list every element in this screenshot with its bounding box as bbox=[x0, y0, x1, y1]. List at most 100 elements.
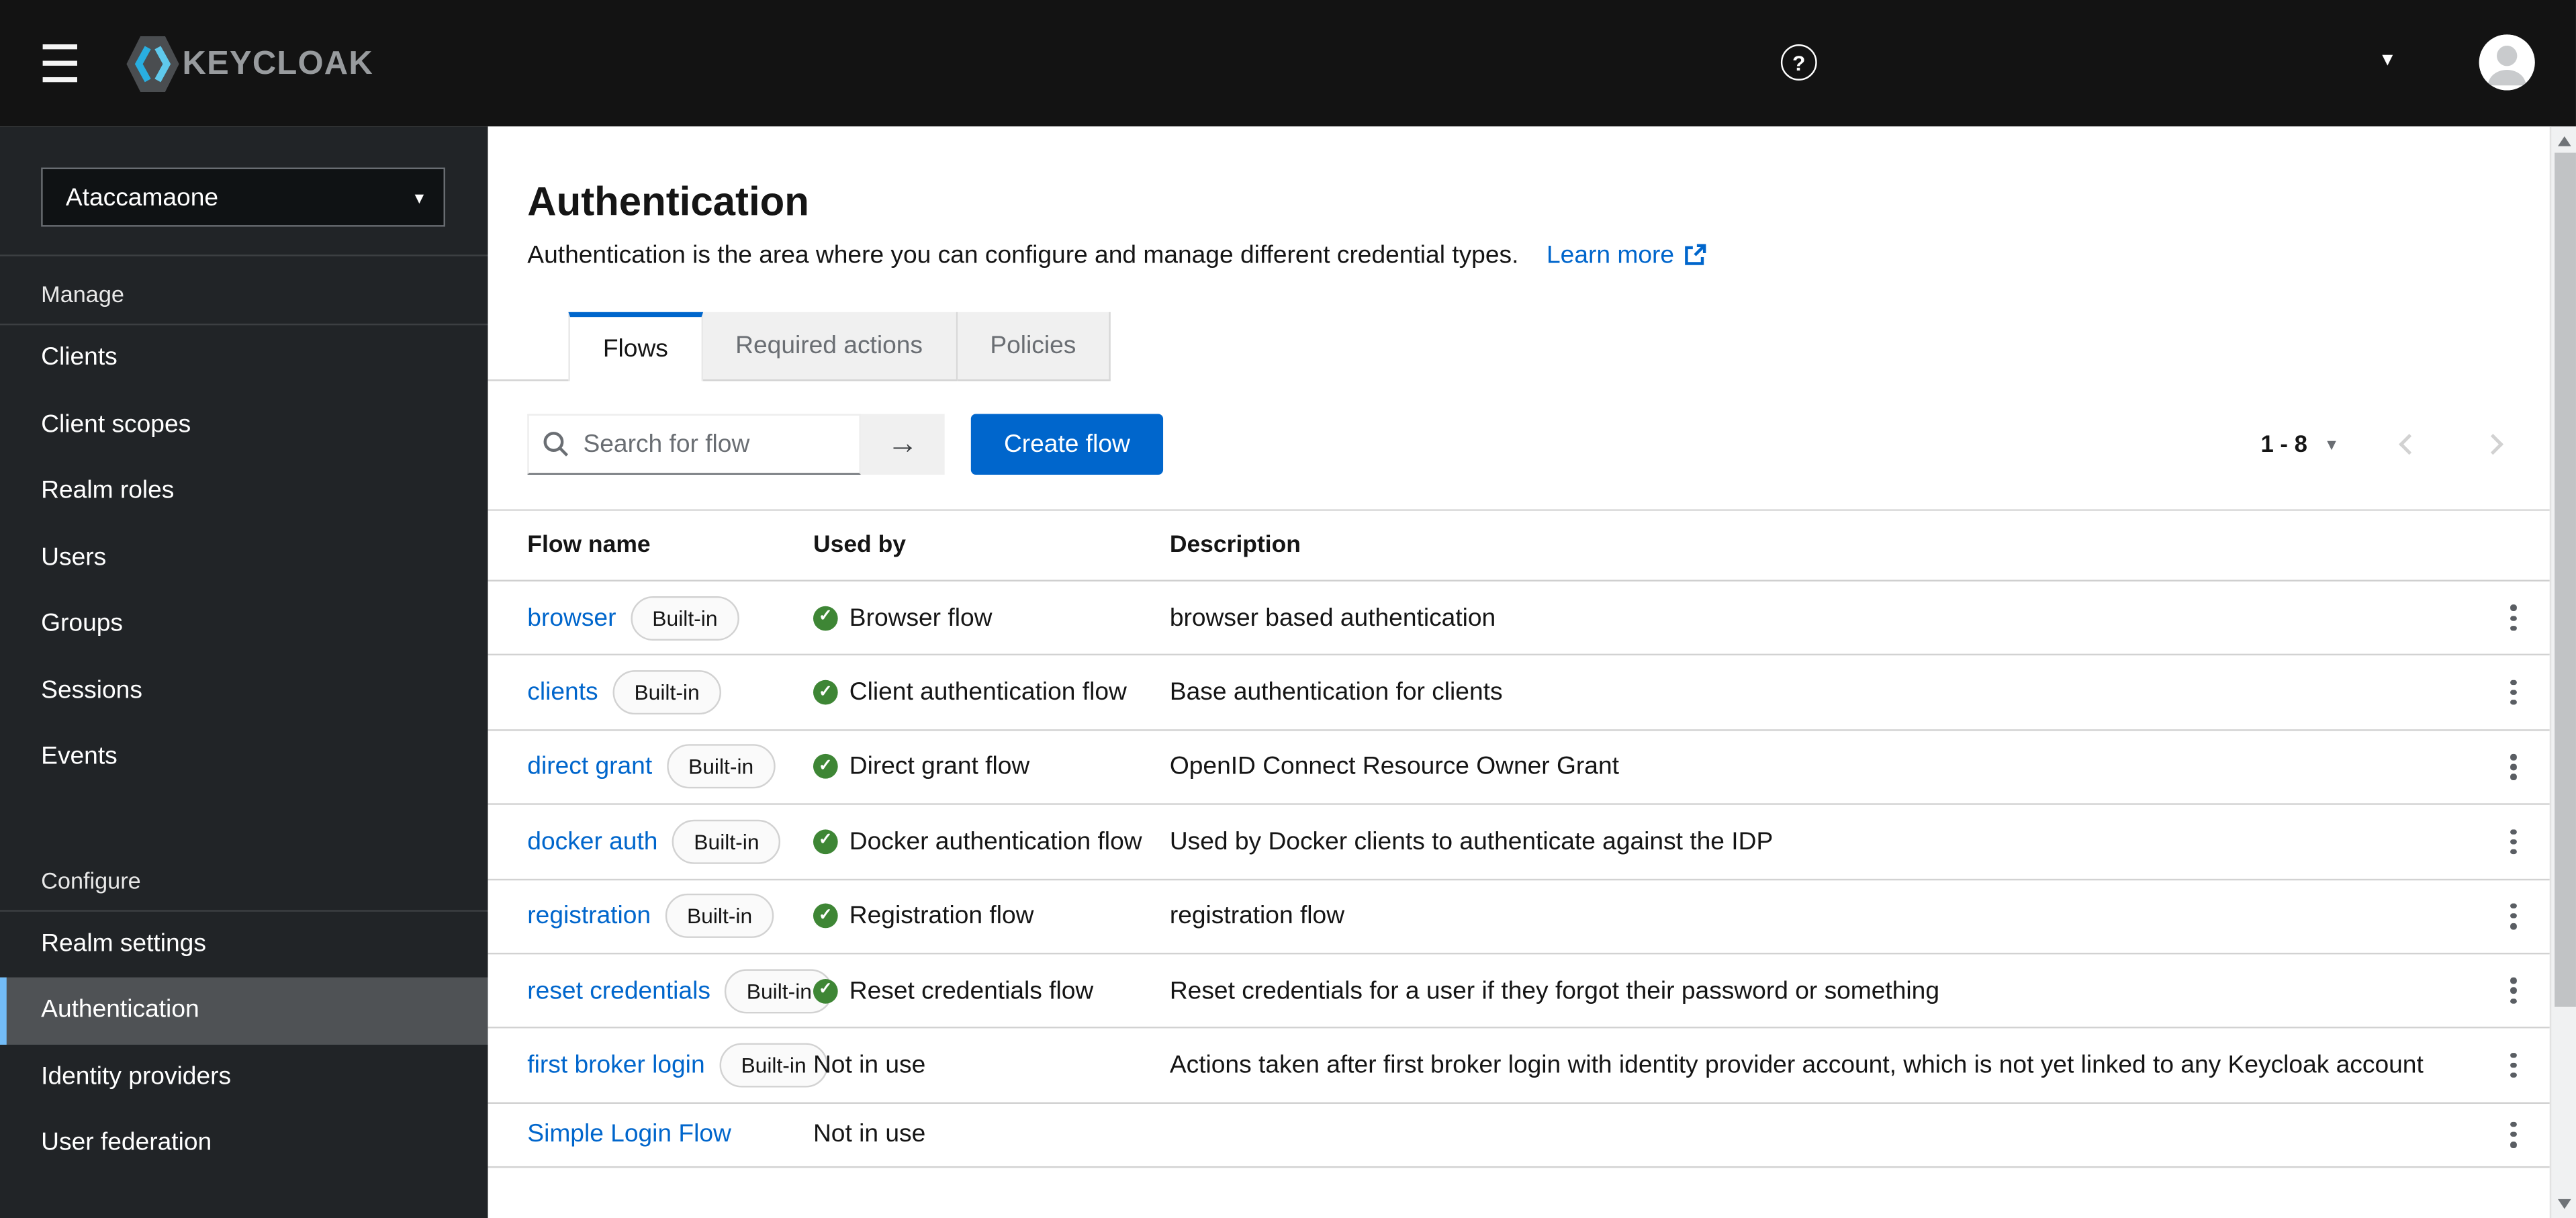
create-flow-button[interactable]: Create flow bbox=[970, 414, 1164, 475]
nav-section-title-manage: Manage bbox=[0, 256, 488, 326]
kebab-dot-icon bbox=[2510, 1121, 2517, 1128]
sidebar-item-identity-providers[interactable]: Identity providers bbox=[0, 1044, 488, 1111]
kebab-menu-button[interactable] bbox=[2497, 671, 2529, 714]
flow-link-docker-auth[interactable]: docker auth bbox=[527, 828, 657, 856]
arrow-right-icon: → bbox=[887, 426, 919, 461]
flow-name-cell: first broker login Built-in bbox=[488, 1043, 828, 1088]
pagination-range: 1 - 8 bbox=[2260, 431, 2307, 458]
check-circle-icon: ✓ bbox=[813, 605, 838, 630]
tab-flows[interactable]: Flows bbox=[568, 312, 703, 381]
description-cell: OpenID Connect Resource Owner Grant bbox=[1169, 753, 1619, 782]
flow-name-cell: clients Built-in bbox=[488, 670, 813, 715]
kebab-menu-button[interactable] bbox=[2497, 1043, 2529, 1086]
kebab-menu-button[interactable] bbox=[2497, 596, 2529, 639]
sidebar: Ataccamaone ▾ Manage Clients Client scopes… bbox=[0, 126, 488, 1218]
sidebar-item-client-scopes[interactable]: Client scopes bbox=[0, 391, 488, 458]
kebab-dot-icon bbox=[2510, 764, 2517, 770]
used-by-text: Registration flow bbox=[849, 902, 1034, 931]
pagination-options-button[interactable]: ▾ bbox=[2324, 430, 2339, 459]
tab-policies[interactable]: Policies bbox=[957, 312, 1111, 381]
kebab-dot-icon bbox=[2510, 1072, 2517, 1078]
kebab-menu-button[interactable] bbox=[2497, 1113, 2529, 1156]
kebab-menu-button[interactable] bbox=[2497, 820, 2529, 863]
sidebar-item-sessions[interactable]: Sessions bbox=[0, 658, 488, 724]
hamburger-icon bbox=[42, 44, 77, 50]
scrollbar-down-arrow[interactable] bbox=[2557, 1198, 2571, 1209]
kebab-dot-icon bbox=[2510, 913, 2517, 919]
flow-link-reset-credentials[interactable]: reset credentials bbox=[527, 977, 710, 1005]
kebab-dot-icon bbox=[2510, 998, 2517, 1004]
scrollbar-thumb[interactable] bbox=[2553, 152, 2575, 1007]
table-row: browser Built-in ✓ Browser flow browser base… bbox=[488, 581, 2550, 657]
column-header-description: Description bbox=[1169, 532, 1301, 559]
kebab-dot-icon bbox=[2510, 754, 2517, 760]
nav-toggle-button[interactable] bbox=[42, 44, 79, 83]
sidebar-item-realm-roles[interactable]: Realm roles bbox=[0, 459, 488, 525]
used-by-cell: ✓ Client authentication flow bbox=[813, 679, 1170, 706]
kebab-menu-button[interactable] bbox=[2497, 894, 2529, 937]
keycloak-admin-console: KEYCLOAK ? ▾ Ataccamaone ▾ Manage Clients… bbox=[0, 0, 2576, 1218]
table-row: clients Built-in ✓ Client authentication fl… bbox=[488, 656, 2550, 731]
used-by-text: Docker authentication flow bbox=[849, 827, 1142, 856]
page-title: Authentication bbox=[527, 181, 809, 226]
kebab-dot-icon bbox=[2510, 923, 2517, 929]
actions-cell bbox=[2477, 745, 2550, 788]
used-by-cell: ✓ Direct grant flow bbox=[813, 753, 1170, 782]
sidebar-item-user-federation[interactable]: User federation bbox=[0, 1111, 488, 1177]
sidebar-item-authentication[interactable]: Authentication bbox=[0, 977, 488, 1044]
table-row: docker auth Built-in ✓ Docker authenticatio… bbox=[488, 805, 2550, 880]
kebab-dot-icon bbox=[2510, 680, 2517, 686]
kebab-dot-icon bbox=[2510, 1141, 2517, 1147]
sidebar-item-realm-settings[interactable]: Realm settings bbox=[0, 911, 488, 978]
sidebar-item-users[interactable]: Users bbox=[0, 525, 488, 592]
description-cell: Reset credentials for a user if they for… bbox=[1169, 976, 1940, 1005]
table-row: Simple Login Flow Not in use bbox=[488, 1103, 2550, 1168]
kebab-menu-button[interactable] bbox=[2497, 745, 2529, 788]
built-in-badge: Built-in bbox=[665, 894, 774, 939]
table-body: browser Built-in ✓ Browser flow browser base… bbox=[488, 581, 2550, 1168]
scrollbar-up-arrow[interactable] bbox=[2557, 136, 2571, 146]
flow-link-registration[interactable]: registration bbox=[527, 902, 651, 931]
tab-required-actions[interactable]: Required actions bbox=[702, 312, 958, 381]
page-subtitle: Authentication is the area where you can… bbox=[527, 242, 1707, 269]
flow-link-clients[interactable]: clients bbox=[527, 679, 598, 707]
description-cell: Used by Docker clients to authenticate a… bbox=[1169, 827, 1774, 856]
help-button[interactable]: ? bbox=[1780, 44, 1817, 81]
toolbar: → Create flow 1 - 8 ▾ bbox=[488, 414, 2550, 475]
kebab-dot-icon bbox=[2510, 978, 2517, 984]
search-input[interactable] bbox=[527, 414, 861, 475]
actions-cell bbox=[2477, 596, 2550, 639]
chevron-right-icon bbox=[2482, 434, 2503, 455]
vertical-scrollbar bbox=[2549, 126, 2576, 1218]
flow-link-first-broker-login[interactable]: first broker login bbox=[527, 1051, 704, 1080]
search-submit-button[interactable]: → bbox=[860, 414, 945, 475]
table-header-row: Flow name Used by Description bbox=[488, 511, 2550, 582]
actions-cell bbox=[2477, 820, 2550, 863]
actions-cell bbox=[2477, 969, 2550, 1012]
check-circle-icon: ✓ bbox=[813, 904, 838, 929]
keycloak-logo: KEYCLOAK bbox=[126, 36, 373, 92]
user-avatar-icon bbox=[2479, 34, 2535, 91]
actions-cell bbox=[2477, 894, 2550, 937]
flow-link-direct-grant[interactable]: direct grant bbox=[527, 753, 652, 782]
table-row: first broker login Built-in Not in use Acti… bbox=[488, 1029, 2550, 1104]
learn-more-link[interactable]: Learn more bbox=[1547, 242, 1707, 269]
kebab-dot-icon bbox=[2510, 690, 2517, 696]
avatar[interactable] bbox=[2479, 34, 2535, 91]
sidebar-item-events[interactable]: Events bbox=[0, 724, 488, 791]
kebab-menu-button[interactable] bbox=[2497, 969, 2529, 1012]
kebab-dot-icon bbox=[2510, 605, 2517, 611]
flow-link-simple-login-flow[interactable]: Simple Login Flow bbox=[527, 1121, 731, 1149]
sidebar-item-clients[interactable]: Clients bbox=[0, 325, 488, 391]
sidebar-item-groups[interactable]: Groups bbox=[0, 592, 488, 658]
pagination-prev-button[interactable] bbox=[2395, 430, 2424, 459]
kebab-dot-icon bbox=[2510, 1062, 2517, 1068]
used-by-text: Direct grant flow bbox=[849, 753, 1030, 782]
flow-name-cell: reset credentials Built-in bbox=[488, 968, 833, 1013]
flow-link-browser[interactable]: browser bbox=[527, 604, 616, 633]
user-menu-caret-button[interactable]: ▾ bbox=[2379, 43, 2396, 76]
pagination-next-button[interactable] bbox=[2479, 430, 2508, 459]
pagination: 1 - 8 ▾ bbox=[2260, 414, 2507, 475]
realm-selector[interactable]: Ataccamaone ▾ bbox=[41, 167, 445, 227]
kebab-dot-icon bbox=[2510, 615, 2517, 621]
